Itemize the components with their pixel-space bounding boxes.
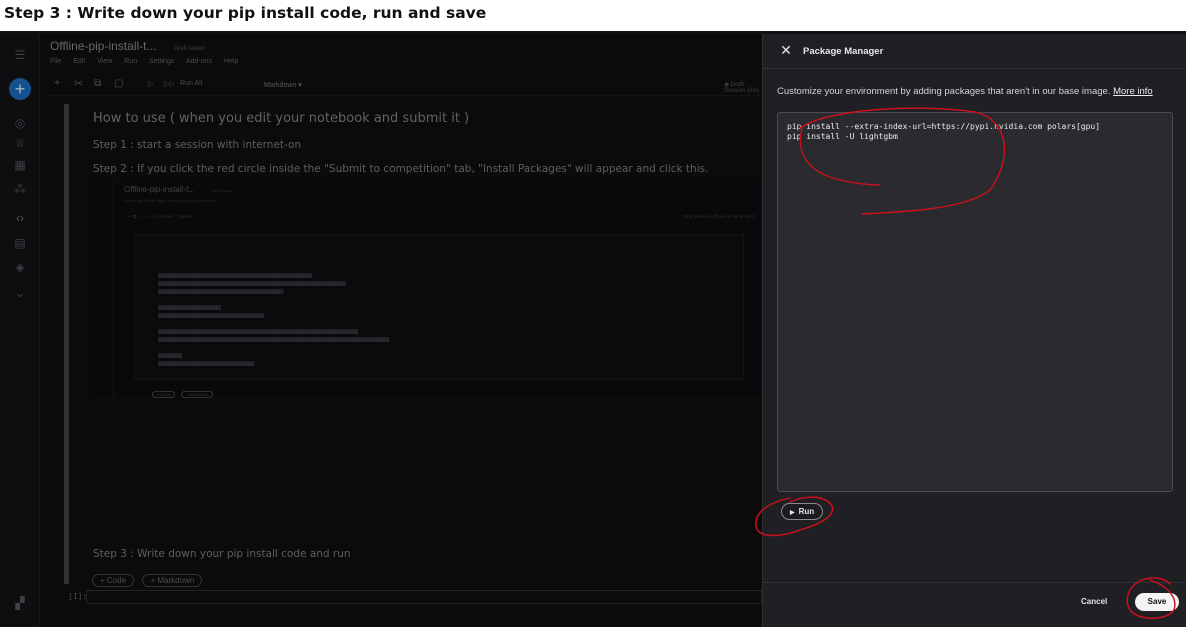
learn-icon[interactable]: ◈	[11, 258, 29, 276]
embedded-title: Offline-pip-install-t...	[124, 185, 195, 194]
add-markdown-button[interactable]: + Markdown	[142, 574, 203, 587]
embedded-code-line: ████████████████████████████████████████…	[158, 313, 264, 318]
menu-bar: File Edit View Run Settings Add-ons Help	[50, 58, 248, 65]
selected-cell-indicator	[64, 104, 69, 584]
save-button[interactable]: Save	[1135, 593, 1179, 611]
session-label: Draft Session (0m)	[724, 82, 760, 94]
notebook-title[interactable]: Offline-pip-install-t...	[50, 39, 156, 53]
menu-addons[interactable]: Add-ons	[186, 58, 212, 65]
add-cell-icon[interactable]: +	[54, 77, 60, 89]
embedded-code-line: ████████████████████████████████████████…	[158, 337, 390, 342]
embedded-menu: File Edit View Run Settings Add-ons Help	[124, 198, 218, 203]
embedded-code-line: ████████████████████████████████████████	[158, 361, 255, 366]
play-icon: ▶	[790, 510, 795, 516]
trophy-icon[interactable]: ♕	[11, 134, 29, 152]
step1-text: Step 1 : start a session with internet-o…	[93, 139, 302, 151]
close-icon[interactable]: ✕	[779, 43, 793, 57]
menu-settings[interactable]: Settings	[149, 58, 174, 65]
embedded-add-markdown: + Markdown	[181, 391, 214, 398]
code-cell-input[interactable]	[86, 590, 762, 604]
package-manager-panel: ✕ Package Manager Customize your environ…	[762, 34, 1186, 627]
run-button-label: Run	[798, 507, 815, 516]
panel-footer-divider	[763, 582, 1186, 583]
run-all-icon[interactable]: ▷▷	[164, 80, 175, 88]
panel-description: Customize your environment by adding pac…	[777, 86, 1153, 97]
step3-text: Step 3 : Write down your pip install cod…	[93, 548, 351, 560]
menu-file[interactable]: File	[50, 58, 61, 65]
cut-icon[interactable]: ✂	[74, 77, 83, 90]
embedded-cell-type: Code	[177, 214, 189, 219]
table-icon[interactable]: ▦	[11, 156, 29, 174]
notebook-toolbar: + ✂ ⧉ ▢ ▷ ▷▷ Run All Markdown ▾ ◉ Draft …	[44, 74, 762, 96]
add-cell-buttons: + Code + Markdown	[92, 570, 206, 588]
run-button[interactable]: ▶ Run	[781, 503, 824, 520]
compass-icon[interactable]: ◎	[11, 114, 29, 132]
screenshot: ☰ + ◎ ♕ ▦ ⁂ ‹› ▤ ◈ ⌄ ▞ Offline-pip-insta…	[0, 34, 1186, 627]
embedded-code-line: ██████████	[158, 353, 183, 358]
code-line-2: pip install -U lightgbm	[787, 132, 898, 141]
embedded-rail	[90, 181, 114, 396]
add-code-button[interactable]: + Code	[92, 574, 135, 587]
panel-title: Package Manager	[803, 46, 884, 57]
draft-status: Draft saved	[173, 46, 205, 52]
embedded-code-line: ████████████████████████████████████████…	[158, 281, 346, 286]
menu-view[interactable]: View	[97, 58, 112, 65]
step2-text: Step 2 : If you click the red circle ins…	[93, 163, 709, 175]
cancel-button[interactable]: Cancel	[1081, 597, 1107, 606]
more-info-link[interactable]: More info	[1113, 86, 1153, 97]
chevron-down-icon[interactable]: ⌄	[11, 284, 29, 302]
page-heading: Step 3 : Write down your pip install cod…	[4, 4, 487, 22]
menu-help[interactable]: Help	[224, 58, 238, 65]
code-line-1: pip install --extra-index-url=https://py…	[787, 122, 1101, 131]
embedded-code-line: ████████████████████████████████████████…	[158, 273, 313, 278]
run-all-label[interactable]: Run All	[180, 80, 202, 87]
pip-install-editor[interactable]: pip install --extra-index-url=https://py…	[777, 112, 1173, 492]
add-icon[interactable]: +	[9, 78, 31, 100]
panel-description-text: Customize your environment by adding pac…	[777, 86, 1111, 97]
comments-icon[interactable]: ▤	[11, 234, 29, 252]
embedded-add-code: + Code	[152, 391, 176, 398]
embedded-add-buttons: + Code + Markdown	[152, 383, 215, 401]
code-icon[interactable]: ‹›	[11, 209, 29, 227]
menu-edit[interactable]: Edit	[73, 58, 85, 65]
run-cell-icon[interactable]: ▷	[148, 80, 153, 88]
session-status: ◉ Draft Session (0m)	[724, 82, 760, 94]
cell-index: [1]:	[68, 592, 88, 601]
copy-icon[interactable]: ⧉	[94, 78, 101, 89]
embedded-code-line: ████████████████████████████████████████…	[158, 289, 284, 294]
models-icon[interactable]: ⁂	[11, 180, 29, 198]
left-rail: ☰ + ◎ ♕ ▦ ⁂ ‹› ▤ ◈ ⌄ ▞	[0, 34, 40, 627]
embedded-code-cell	[134, 234, 744, 380]
hamburger-menu-icon[interactable]: ☰	[11, 46, 29, 64]
notebook-title-bar: Offline-pip-install-t... Draft saved	[50, 39, 205, 53]
embedded-toolbar: + ✂ ⧉ ▢ ▷ ▷▷ Run All Code ▾ Draft Sessio…	[124, 214, 755, 219]
notebook-editor: ☰ + ◎ ♕ ▦ ⁂ ‹› ▤ ◈ ⌄ ▞ Offline-pip-insta…	[0, 34, 762, 627]
embedded-screenshot: Offline-pip-install-t... Draft saved Fil…	[90, 181, 760, 398]
embedded-draft-status: Draft saved	[212, 188, 233, 193]
kaggle-logo-icon: ▞	[15, 596, 25, 610]
embedded-run-all: Run All	[158, 214, 173, 219]
cell-type-value: Markdown	[264, 82, 297, 89]
cell-type-select[interactable]: Markdown ▾	[264, 81, 302, 89]
panel-divider	[763, 68, 1186, 69]
embedded-code-line: ██████████████████████████	[158, 305, 221, 310]
menu-run[interactable]: Run	[124, 58, 137, 65]
embedded-session: Draft Session off (run a cell to start)	[684, 214, 755, 219]
how-to-use-heading: How to use ( when you edit your notebook…	[93, 111, 470, 126]
paste-icon[interactable]: ▢	[114, 78, 123, 89]
embedded-code-line: ████████████████████████████████████████…	[158, 329, 358, 334]
